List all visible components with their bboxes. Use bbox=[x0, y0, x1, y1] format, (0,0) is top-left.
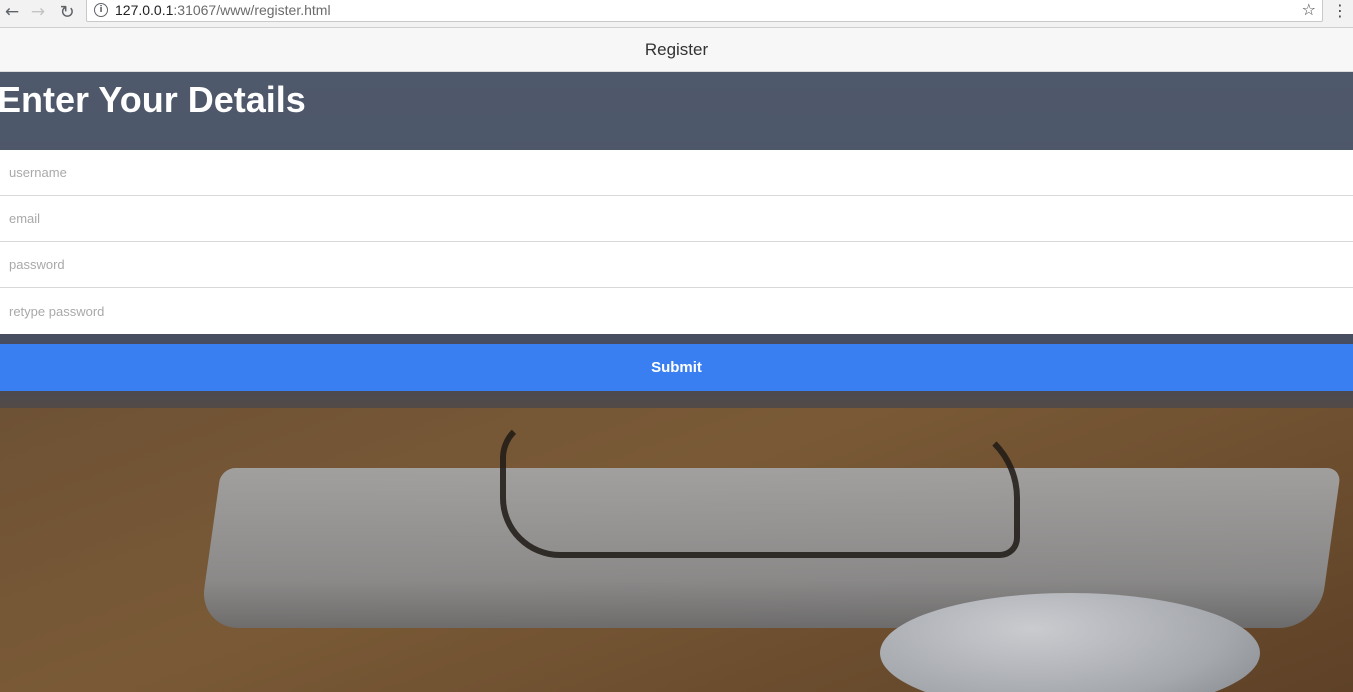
register-form bbox=[0, 150, 1353, 334]
page-title: Register bbox=[644, 39, 709, 59]
back-arrow-icon[interactable]: ← bbox=[1, 1, 23, 23]
password-field[interactable] bbox=[0, 242, 1353, 288]
url-host: 127.0.0.1 bbox=[115, 2, 174, 18]
email-field[interactable] bbox=[0, 196, 1353, 242]
bookmark-star-icon[interactable]: ☆ bbox=[1302, 0, 1316, 19]
browser-menu-icon[interactable]: ⋮ bbox=[1331, 1, 1349, 21]
url-text[interactable]: 127.0.0.1:31067/www/register.html bbox=[115, 2, 331, 18]
info-icon[interactable]: i bbox=[94, 3, 108, 17]
background-glasses bbox=[500, 418, 1020, 558]
top-nav-bar: Register bbox=[0, 28, 1353, 72]
address-bar[interactable]: i 127.0.0.1:31067/www/register.html ☆ bbox=[86, 0, 1323, 22]
username-field[interactable] bbox=[0, 150, 1353, 196]
submit-button[interactable]: Submit bbox=[0, 344, 1353, 391]
forward-arrow-icon[interactable]: → bbox=[27, 1, 49, 23]
form-heading: Enter Your Details bbox=[0, 79, 306, 120]
retype-password-field[interactable] bbox=[0, 288, 1353, 334]
browser-toolbar: ← → ↻ i 127.0.0.1:31067/www/register.htm… bbox=[0, 0, 1353, 28]
page-content: Register Enter Your Details Submit bbox=[0, 28, 1353, 692]
url-path: :31067/www/register.html bbox=[173, 2, 331, 18]
reload-icon[interactable]: ↻ bbox=[56, 1, 78, 23]
